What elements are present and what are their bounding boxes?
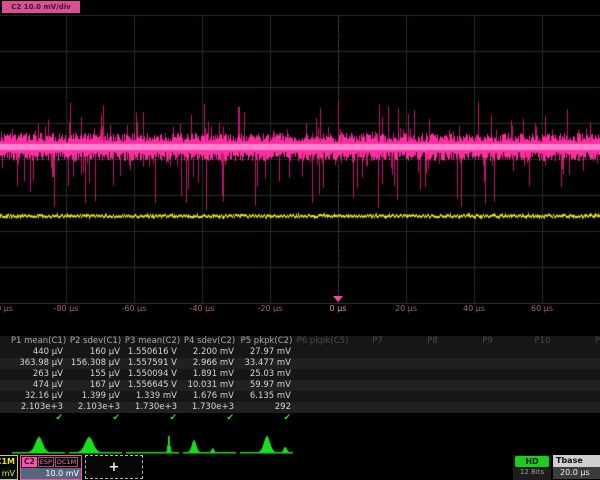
measure-header-cell[interactable]: P1 mean(C1) xyxy=(10,336,67,347)
measure-value-cell: 10.031 mV xyxy=(181,380,238,391)
measure-value-cell: 1.550094 V xyxy=(124,369,181,380)
measure-value-cell: 25.03 mV xyxy=(238,369,295,380)
measure-header-cell[interactable]: P2 sdev(C1) xyxy=(67,336,124,347)
c1-volts-per-div: 10.0 mV xyxy=(0,468,17,479)
measurement-table: P1 mean(C1)P2 sdev(C1)P3 mean(C2)P4 sdev… xyxy=(0,336,600,424)
measure-value-cell: 27.97 mV xyxy=(238,347,295,358)
measure-value-cell: 1.730e+3 xyxy=(124,402,181,413)
measure-header-cell-unused[interactable]: P10 xyxy=(515,336,570,347)
measure-value-cell: 263 µV xyxy=(10,369,67,380)
measure-value-cell: 1.676 mV xyxy=(181,391,238,402)
measure-status-check: ✔ xyxy=(238,413,295,424)
measure-value-cell: 1.550616 V xyxy=(124,347,181,358)
hd-mode-indicator[interactable]: HD 12 Bits xyxy=(513,455,551,480)
c2-channel-tag: C2 xyxy=(22,457,37,467)
measure-value-cell: 1.339 mV xyxy=(124,391,181,402)
measure-status-check: ✔ xyxy=(10,413,67,424)
selected-trace-badge[interactable]: C2 10.0 mV/div xyxy=(2,1,80,13)
oscilloscope-screen: C2 10.0 mV/div -100 µs -80 µs -60 µs -40 µs… xyxy=(0,0,600,480)
c2-volts-per-div: 10.0 mV xyxy=(21,468,81,479)
measure-value-cell: 6.135 mV xyxy=(238,391,295,402)
add-trace-button[interactable]: + xyxy=(85,455,143,479)
histicon-4[interactable] xyxy=(181,430,238,455)
channel-c1-descriptor[interactable]: DC1M 10.0 mV xyxy=(0,455,18,480)
measure-header-cell-unused[interactable]: P8 xyxy=(405,336,460,347)
c2-coupling-badge: DC1M xyxy=(55,457,78,467)
histicon-3[interactable] xyxy=(124,430,181,455)
c1-coupling-label: DC1M xyxy=(0,456,17,468)
measure-value-cell: 2.103e+3 xyxy=(10,402,67,413)
measure-value-cell: 33.477 mV xyxy=(238,358,295,369)
time-tick-label: -20 µs xyxy=(258,304,283,313)
time-tick-label: 20 µs xyxy=(395,304,417,313)
time-tick-label: -80 µs xyxy=(54,304,79,313)
channel-c2-descriptor[interactable]: C2 ESP DC1M 10.0 mV xyxy=(20,455,82,480)
histicon-row xyxy=(0,430,600,455)
histicon-5[interactable] xyxy=(238,430,295,455)
measure-value-cell: 160 µV xyxy=(67,347,124,358)
waveform-display[interactable] xyxy=(0,14,600,304)
measure-value-cell: 155 µV xyxy=(67,369,124,380)
measure-header-cell-unused[interactable]: P9 xyxy=(460,336,515,347)
time-tick-label: -100 µs xyxy=(0,304,13,313)
timebase-label: Tbase xyxy=(553,455,600,467)
measure-header-cell-unused[interactable]: P xyxy=(570,336,600,347)
measure-value-cell: 156.308 µV xyxy=(67,358,124,369)
descriptor-bar: DC1M 10.0 mV C2 ESP DC1M 10.0 mV + HD 12… xyxy=(0,455,600,480)
measure-header-cell-unused[interactable]: P7 xyxy=(350,336,405,347)
measure-value-cell: 167 µV xyxy=(67,380,124,391)
measure-header-cell-unused[interactable]: P6 pkpk(C5) xyxy=(295,336,350,347)
measure-value-cell: 2.200 mV xyxy=(181,347,238,358)
hd-badge: HD xyxy=(515,456,549,467)
measure-value-cell: 1.730e+3 xyxy=(181,402,238,413)
measure-header-cell[interactable]: P5 pkpk(C2) xyxy=(238,336,295,347)
measure-header-cell[interactable]: P4 sdev(C2) xyxy=(181,336,238,347)
measure-value-cell: 59.97 mV xyxy=(238,380,295,391)
measure-value-cell: 1.891 mV xyxy=(181,369,238,380)
measure-status-check: ✔ xyxy=(181,413,238,424)
timebase-value: 20.0 µs xyxy=(553,467,600,479)
measure-value-cell: 1.557591 V xyxy=(124,358,181,369)
histicon-1[interactable] xyxy=(10,430,67,455)
timebase-descriptor[interactable]: Tbase 20.0 µs xyxy=(553,455,600,480)
measure-value-cell: 474 µV xyxy=(10,380,67,391)
measure-value-cell: 1.556645 V xyxy=(124,380,181,391)
measure-value-cell: 2.103e+3 xyxy=(67,402,124,413)
measure-status-check: ✔ xyxy=(67,413,124,424)
measure-value-cell: 2.966 mV xyxy=(181,358,238,369)
measure-value-cell: 440 µV xyxy=(10,347,67,358)
time-tick-label: -40 µs xyxy=(190,304,215,313)
hd-bits-label: 12 Bits xyxy=(513,467,551,478)
measure-status-check: ✔ xyxy=(124,413,181,424)
measure-value-cell: 363.98 µV xyxy=(10,358,67,369)
time-tick-label: 60 µs xyxy=(531,304,553,313)
histicon-2[interactable] xyxy=(67,430,124,455)
time-tick-label: -60 µs xyxy=(122,304,147,313)
time-tick-label: 0 µs xyxy=(330,304,347,313)
measure-header-cell[interactable]: P3 mean(C2) xyxy=(124,336,181,347)
measure-value-cell: 32.16 µV xyxy=(10,391,67,402)
time-tick-label: 40 µs xyxy=(463,304,485,313)
measure-value-cell: 1.399 µV xyxy=(67,391,124,402)
time-axis: -100 µs -80 µs -60 µs -40 µs -20 µs 0 µs 20 µs… xyxy=(0,302,600,318)
c2-esp-badge: ESP xyxy=(38,457,54,467)
trigger-position-marker[interactable] xyxy=(333,296,343,302)
measure-value-cell: 292 xyxy=(238,402,295,413)
